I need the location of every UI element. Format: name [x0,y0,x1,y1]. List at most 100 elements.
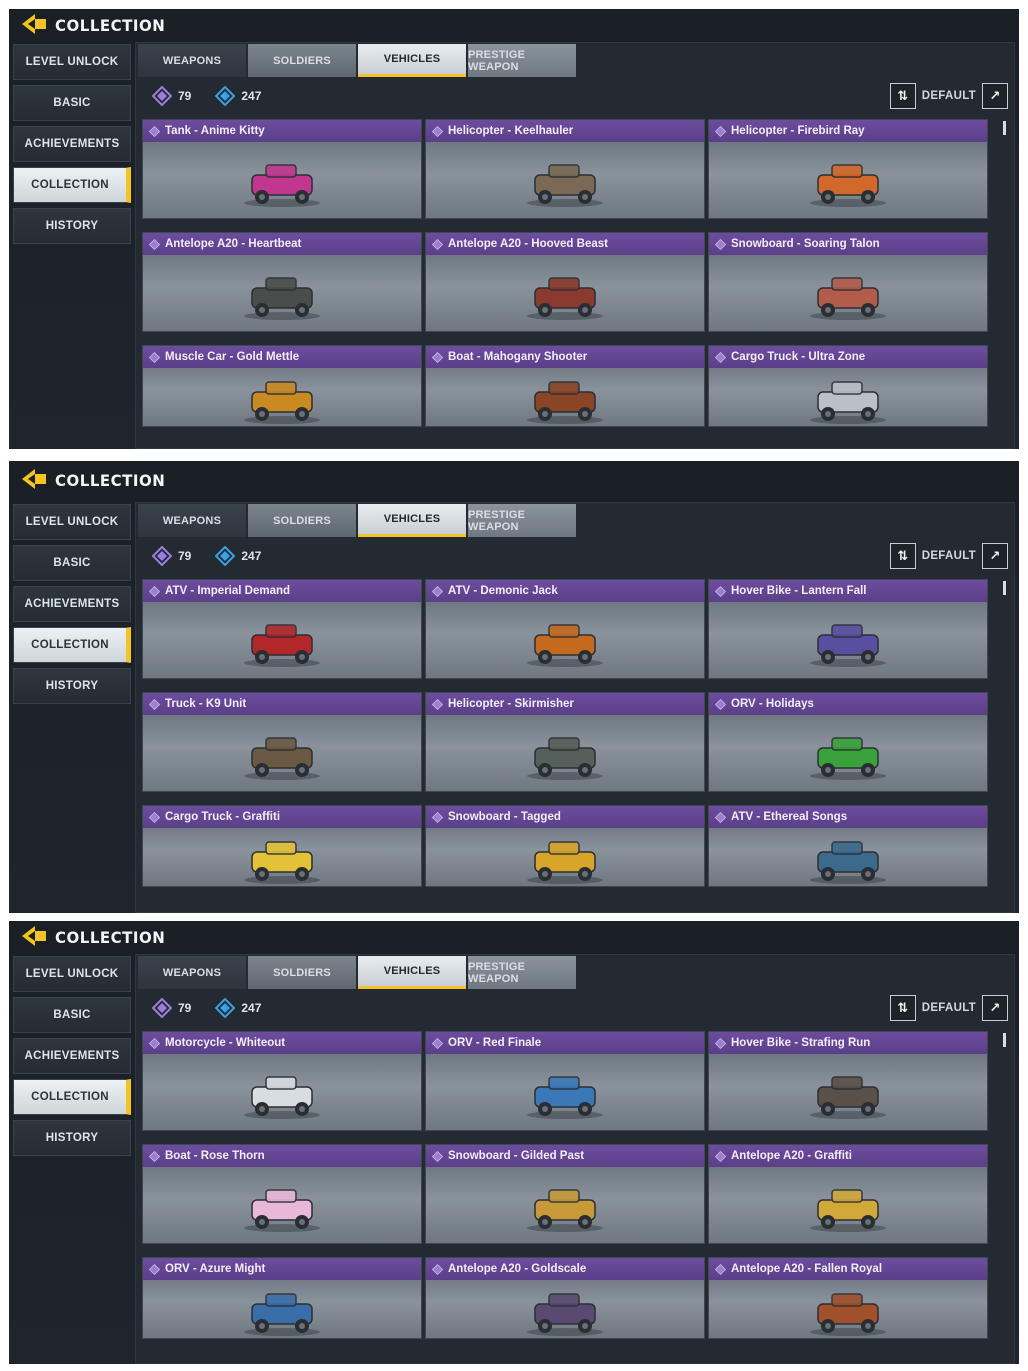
back-arrow-icon[interactable] [19,11,55,42]
vehicle-icon [810,624,886,667]
rarity-diamond-icon [432,1037,443,1049]
vehicle-card[interactable]: Antelope A20 - Heartbeat [142,232,422,332]
vehicle-icon [244,624,320,667]
vehicle-icon [244,277,320,320]
vehicle-card[interactable]: ATV - Demonic Jack [425,579,705,679]
vehicle-image [426,1169,704,1243]
tab-vehicles[interactable]: VEHICLES [358,504,466,537]
vehicle-card-title: Antelope A20 - Heartbeat [143,233,421,255]
tab-soldiers[interactable]: SOLDIERS [248,956,356,989]
main-content: WEAPONS SOLDIERS VEHICLES PRESTIGE WEAPON 7… [135,42,1015,449]
vehicle-card[interactable]: Cargo Truck - Ultra Zone [708,345,988,427]
vehicle-card[interactable]: ORV - Holidays [708,692,988,792]
tab-weapons[interactable]: WEAPONS [138,956,246,989]
sidebar-item-achievements[interactable]: ACHIEVEMENTS [13,1038,131,1074]
vehicle-card[interactable]: Antelope A20 - Goldscale [425,1257,705,1339]
vehicle-card[interactable]: Boat - Rose Thorn [142,1144,422,1244]
sidebar-item-level-unlock[interactable]: LEVEL UNLOCK [13,504,131,540]
vehicle-card[interactable]: ATV - Ethereal Songs [708,805,988,887]
sidebar-item-basic[interactable]: BASIC [13,545,131,581]
tab-vehicles[interactable]: VEHICLES [358,956,466,989]
tab-weapons[interactable]: WEAPONS [138,504,246,537]
sidebar-item-history[interactable]: HISTORY [13,1120,131,1156]
sort-order-button[interactable]: ⇅ [889,83,916,109]
vehicle-card[interactable]: Boat - Mahogany Shooter [425,345,705,427]
sidebar-item-basic[interactable]: BASIC [13,85,131,121]
tab-soldiers[interactable]: SOLDIERS [248,44,356,77]
scrollbar[interactable] [1003,121,1006,135]
vehicle-card-title: Hover Bike - Strafing Run [709,1032,987,1054]
currency-purple: 79 [152,546,191,566]
sidebar-item-history[interactable]: HISTORY [13,208,131,244]
currency-purple-value: 79 [178,89,192,103]
sidebar-item-achievements[interactable]: ACHIEVEMENTS [13,586,131,622]
share-button[interactable]: ↗ [982,543,1008,569]
share-button[interactable]: ↗ [982,83,1008,109]
vehicle-name: ORV - Azure Might [165,1263,266,1275]
vehicle-card[interactable]: Snowboard - Soaring Talon [708,232,988,332]
tab-vehicles[interactable]: VEHICLES [358,44,466,77]
rarity-diamond-icon [715,698,726,710]
sidebar-item-collection[interactable]: COLLECTION [13,627,131,663]
tab-prestige-weapon[interactable]: PRESTIGE WEAPON [468,504,576,537]
page-title: COLLECTION [55,471,166,491]
vehicle-name: Snowboard - Gilded Past [448,1150,585,1162]
scrollbar[interactable] [1003,581,1006,595]
vehicle-card[interactable]: ORV - Azure Might [142,1257,422,1339]
sort-label[interactable]: DEFAULT [922,90,976,102]
tab-prestige-weapon[interactable]: PRESTIGE WEAPON [468,956,576,989]
vehicle-image [426,257,704,331]
sidebar-item-level-unlock[interactable]: LEVEL UNLOCK [13,44,131,80]
vehicle-icon [527,164,603,207]
vehicle-name: Helicopter - Firebird Ray [731,125,865,137]
vehicle-card[interactable]: Hover Bike - Strafing Run [708,1031,988,1131]
vehicle-name: ATV - Demonic Jack [448,585,558,597]
sidebar-item-level-unlock[interactable]: LEVEL UNLOCK [13,956,131,992]
share-button[interactable]: ↗ [982,995,1008,1021]
vehicle-card[interactable]: Tank - Anime Kitty [142,119,422,219]
back-arrow-icon[interactable] [19,466,55,497]
vehicle-name: Truck - K9 Unit [165,698,247,710]
vehicle-card[interactable]: Snowboard - Gilded Past [425,1144,705,1244]
vehicle-card[interactable]: Antelope A20 - Hooved Beast [425,232,705,332]
vehicle-card-title: ORV - Red Finale [426,1032,704,1054]
vehicle-card[interactable]: Antelope A20 - Fallen Royal [708,1257,988,1339]
vehicle-card[interactable]: Motorcycle - Whiteout [142,1031,422,1131]
rarity-diamond-icon [715,811,726,823]
scrollbar[interactable] [1003,1033,1006,1047]
vehicle-card[interactable]: Helicopter - Firebird Ray [708,119,988,219]
vehicle-card[interactable]: Hover Bike - Lantern Fall [708,579,988,679]
vehicle-card[interactable]: Cargo Truck - Graffiti [142,805,422,887]
tab-soldiers[interactable]: SOLDIERS [248,504,356,537]
vehicle-card[interactable]: Helicopter - Skirmisher [425,692,705,792]
vehicle-card[interactable]: Helicopter - Keelhauler [425,119,705,219]
tab-prestige-weapon[interactable]: PRESTIGE WEAPON [468,44,576,77]
back-arrow-icon[interactable] [19,923,55,954]
sidebar-item-basic[interactable]: BASIC [13,997,131,1033]
sidebar-item-collection[interactable]: COLLECTION [13,167,131,203]
vehicle-card[interactable]: Snowboard - Tagged [425,805,705,887]
sidebar-item-collection[interactable]: COLLECTION [13,1079,131,1115]
vehicle-card[interactable]: Antelope A20 - Graffiti [708,1144,988,1244]
sort-arrows-icon: ⇅ [897,548,909,563]
sort-order-button[interactable]: ⇅ [889,543,916,569]
vehicle-image [709,1169,987,1243]
vehicle-image [709,1282,987,1338]
vehicle-image [709,830,987,886]
tab-weapons[interactable]: WEAPONS [138,44,246,77]
rarity-diamond-icon [715,1037,726,1049]
vehicle-icon [810,1076,886,1119]
sidebar-item-achievements[interactable]: ACHIEVEMENTS [13,126,131,162]
sort-order-button[interactable]: ⇅ [889,995,916,1021]
vehicle-card[interactable]: Muscle Car - Gold Mettle [142,345,422,427]
sort-label[interactable]: DEFAULT [922,1002,976,1014]
main-content: WEAPONS SOLDIERS VEHICLES PRESTIGE WEAPON 7… [135,502,1015,913]
sort-label[interactable]: DEFAULT [922,550,976,562]
vehicle-card[interactable]: Truck - K9 Unit [142,692,422,792]
vehicle-image [143,1169,421,1243]
sidebar-item-history[interactable]: HISTORY [13,668,131,704]
vehicle-card[interactable]: ORV - Red Finale [425,1031,705,1131]
vehicle-card-title: Tank - Anime Kitty [143,120,421,142]
vehicle-card[interactable]: ATV - Imperial Demand [142,579,422,679]
rarity-diamond-icon [149,351,160,363]
